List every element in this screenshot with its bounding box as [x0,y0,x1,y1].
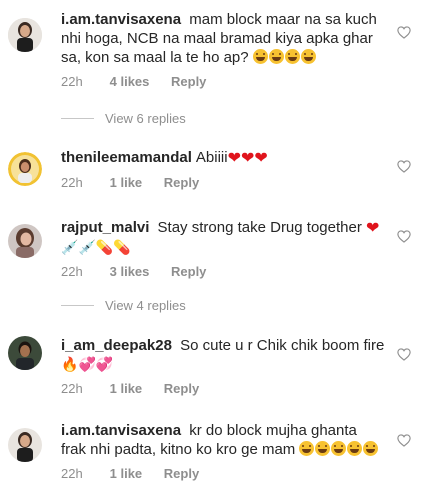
view-replies-button[interactable]: View 4 replies [61,297,186,313]
red-heart-emoji-icon: ❤ [254,150,268,167]
comment-meta: 22h 1 like Reply [61,381,386,397]
heart-outline-icon[interactable] [397,348,411,361]
comment-message: So cute u r Chik chik boom fire [180,337,385,354]
comment-likes[interactable]: 1 like [110,175,143,191]
heart-outline-icon[interactable] [397,26,411,39]
avatar[interactable] [8,224,42,258]
comment-username[interactable]: i_am_deepak28 [61,337,172,354]
sparkling-heart-emoji-icon: 💞 [95,356,114,372]
comment-meta: 22h 1 like Reply [61,175,386,191]
reply-button[interactable]: Reply [164,175,199,191]
comment-username[interactable]: i.am.tanvisaxena [61,11,181,28]
comment-meta: 22h 4 likes Reply [61,74,386,90]
laugh-emoji-icon [331,441,347,456]
view-replies-label[interactable]: View 6 replies [105,111,186,126]
comment-time: 22h [61,175,83,190]
red-heart-emoji-icon: ❤ [227,150,241,167]
laugh-emoji-icon [299,441,315,456]
comment-time: 22h [61,264,83,279]
pill-emoji-icon: 💊 [95,239,114,255]
fire-emoji-icon: 🔥 [61,356,79,372]
comment-time: 22h [61,74,83,89]
avatar[interactable] [8,152,42,186]
avatar-image [8,428,42,462]
laugh-emoji-icon [315,441,331,456]
avatar-image [8,224,42,258]
reply-button[interactable]: Reply [164,381,199,397]
comment-time: 22h [61,466,83,481]
comment-text: i_am_deepak28 So cute u r Chik chik boom… [61,336,386,374]
sparkling-heart-emoji-icon: 💞 [78,356,96,372]
avatar[interactable] [8,336,42,370]
comment-likes[interactable]: 1 like [110,466,143,482]
laugh-emoji-icon [268,49,284,64]
comment-likes[interactable]: 3 likes [110,264,150,280]
comment-username[interactable]: rajput_malvi [61,219,149,236]
syringe-emoji-icon: 💉 [61,239,79,255]
comment-meta: 22h 1 like Reply [61,466,386,482]
laugh-emoji-icon [284,49,300,64]
reply-button[interactable]: Reply [171,74,206,90]
comment-message: Abiiii [195,149,228,166]
avatar-image [8,18,42,52]
avatar[interactable] [8,428,42,462]
comment-text: i.am.tanvisaxena kr do block mujha ghant… [61,421,386,459]
comment-likes[interactable]: 1 like [110,381,143,397]
reply-button[interactable]: Reply [164,466,199,482]
comment-text: i.am.tanvisaxena mam block maar na sa ku… [61,10,386,67]
divider-line [61,117,94,119]
avatar-image [8,152,42,186]
view-replies-button[interactable]: View 6 replies [61,110,186,126]
avatar[interactable] [8,18,42,52]
heart-outline-icon[interactable] [397,230,411,243]
heart-outline-icon[interactable] [397,434,411,447]
laugh-emoji-icon [363,441,379,456]
comment-meta: 22h 3 likes Reply [61,264,386,280]
comment-message: Stay strong take Drug together [157,219,362,236]
comment-username[interactable]: thenileemamandal [61,149,192,166]
comment-time: 22h [61,381,83,396]
laugh-emoji-icon [252,49,268,64]
red-heart-emoji-icon: ❤ [366,220,380,237]
pill-emoji-icon: 💊 [113,239,131,255]
laugh-emoji-icon [347,441,363,456]
view-replies-label[interactable]: View 4 replies [105,298,186,313]
comment-text: rajput_malvi Stay strong take Drug toget… [61,218,386,257]
avatar-image [8,336,42,370]
divider-line [61,304,94,306]
syringe-emoji-icon: 💉 [78,239,96,255]
laugh-emoji-icon [300,49,316,64]
reply-button[interactable]: Reply [171,264,206,280]
heart-outline-icon[interactable] [397,160,411,173]
comment-text: thenileemamandal Abiiii❤❤❤ [61,148,386,168]
red-heart-emoji-icon: ❤ [240,150,255,167]
comment-likes[interactable]: 4 likes [110,74,150,90]
comment-username[interactable]: i.am.tanvisaxena [61,422,181,439]
